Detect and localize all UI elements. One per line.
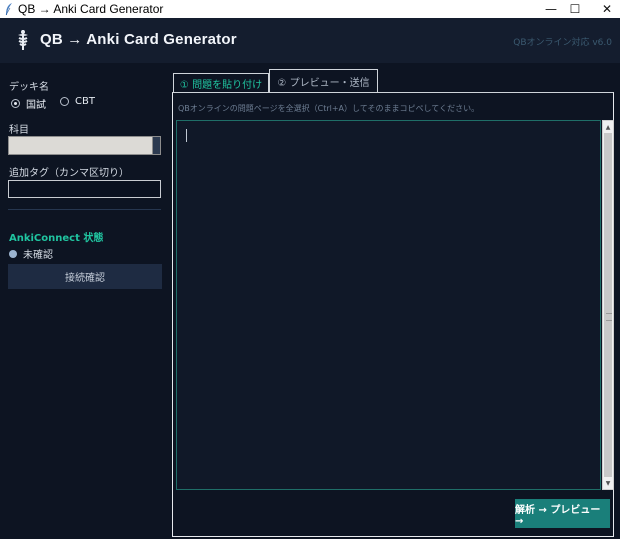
dropdown-arrow-icon[interactable] (152, 137, 160, 154)
question-text-area[interactable] (176, 120, 601, 490)
status-dot-icon (9, 249, 17, 258)
text-caret (186, 129, 187, 142)
window-titlebar: QB → Anki Card Generator — ☐ ✕ (0, 0, 620, 18)
ankiconnect-title: AnkiConnect 状態 (9, 233, 104, 244)
tags-label: 追加タグ（カンマ区切り） (9, 168, 129, 179)
sidebar: デッキ名 国試 CBT 科目 追加タグ（カンマ区切り） AnkiConnect … (0, 63, 170, 539)
check-connection-button[interactable]: 接続確認 (8, 264, 162, 289)
tab-paste[interactable]: ① 問題を貼り付け (173, 73, 269, 92)
radio-checked-icon (11, 99, 20, 108)
tab-preview[interactable]: ② プレビュー・送信 (269, 69, 378, 92)
window-title: QB → Anki Card Generator (18, 2, 164, 16)
grip-icon (606, 313, 612, 321)
subject-select[interactable] (8, 136, 161, 155)
sidebar-divider (8, 209, 161, 210)
status-text: 未確認 (23, 250, 53, 261)
maximize-icon: ☐ (569, 2, 581, 16)
close-icon: ✕ (601, 2, 613, 16)
deck-radio-cbt[interactable]: CBT (60, 96, 95, 107)
radio-unchecked-icon (60, 97, 69, 106)
editor-scrollbar[interactable]: ▲ ▼ (602, 120, 614, 490)
feather-icon (5, 3, 12, 16)
connection-status: 未確認 (9, 246, 53, 261)
parse-preview-button[interactable]: 解析 → プレビュー → (515, 499, 610, 528)
subject-label: 科目 (9, 125, 29, 136)
tags-input[interactable] (8, 180, 161, 198)
scroll-up-icon[interactable]: ▲ (603, 121, 613, 133)
deck-radio-kokushi[interactable]: 国試 (11, 96, 46, 111)
app-header: QB → Anki Card Generator QBオンライン対応 v6.0 (0, 18, 620, 63)
deck-radio-label: CBT (75, 96, 95, 107)
scroll-down-icon[interactable]: ▼ (603, 477, 613, 489)
scrollbar-thumb[interactable] (604, 133, 612, 477)
app-title: QB → Anki Card Generator (40, 31, 237, 48)
paste-hint: QBオンラインの問題ページを全選択（Ctrl+A）してそのままコピペしてください… (178, 104, 480, 113)
deck-radio-label: 国試 (26, 100, 46, 111)
version-label: QBオンライン対応 v6.0 (513, 38, 612, 48)
close-button[interactable]: ✕ (584, 0, 620, 18)
caduceus-icon (18, 30, 28, 50)
deck-label: デッキ名 (9, 82, 49, 93)
